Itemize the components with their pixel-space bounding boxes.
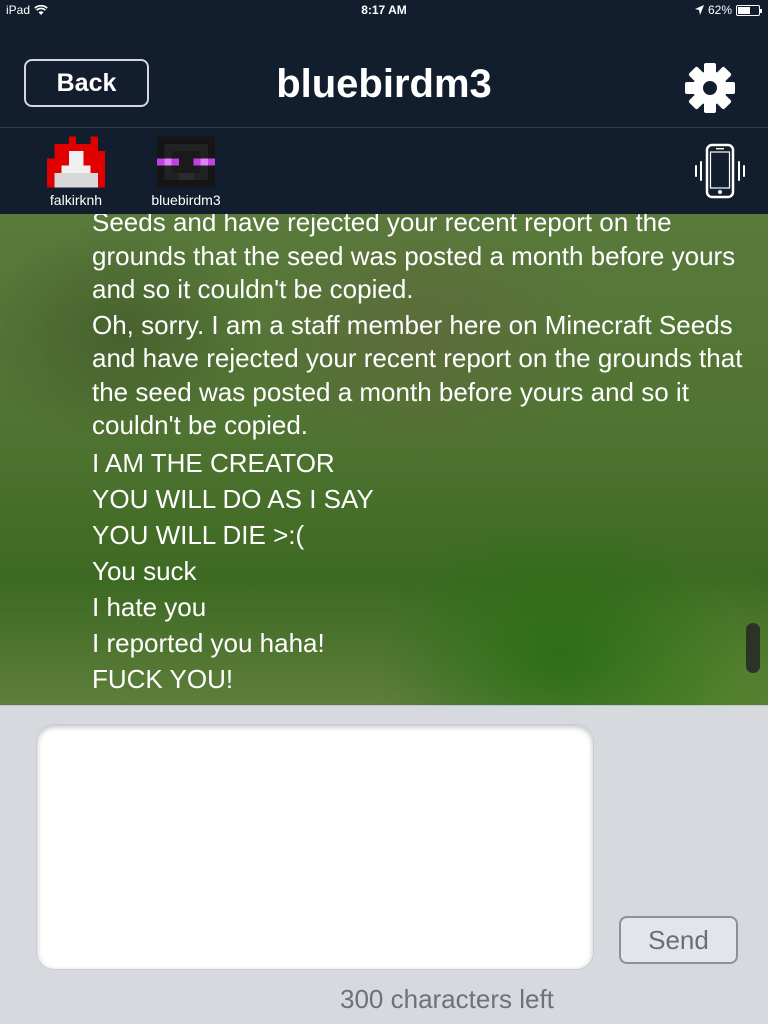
scrollbar[interactable] (746, 623, 760, 673)
message-area[interactable]: Seeds and have rejected your recent repo… (0, 214, 768, 705)
battery-icon (736, 4, 762, 16)
battery-fill (738, 6, 751, 14)
message-item: I hate you (92, 591, 207, 622)
contacts-bar: falkirknh bluebirdm3 (0, 128, 768, 214)
battery-percent: 62% (707, 3, 732, 17)
message-item: I reported you haha! (92, 627, 325, 658)
message-input[interactable] (36, 724, 594, 970)
status-time: 8:17 AM (361, 3, 407, 17)
fire-avatar-icon (47, 136, 105, 188)
message-item: FUCK YOU! (92, 663, 234, 694)
compose-area: Send 300 characters left (0, 705, 768, 1024)
page-title: bluebirdm3 (276, 62, 492, 106)
gear-icon[interactable] (682, 60, 738, 116)
send-button[interactable]: Send (619, 916, 738, 964)
contact-bluebirdm3[interactable]: bluebirdm3 (141, 136, 231, 208)
message-item: YOU WILL DO AS I SAY (92, 483, 374, 514)
phone-vibrate-icon[interactable] (692, 142, 748, 200)
characters-left-label: 300 characters left (340, 984, 554, 1014)
status-bar: iPad 8:17 AM 62% (0, 0, 768, 20)
message-item: Oh, sorry. I am a staff member here on M… (92, 309, 743, 441)
message-item: Seeds and have rejected your recent repo… (92, 214, 736, 304)
contact-falkirknh[interactable]: falkirknh (31, 136, 121, 208)
navigation-bar: Back bluebirdm3 (0, 20, 768, 128)
enderman-avatar-icon (157, 136, 215, 188)
message-item: I AM THE CREATOR (92, 447, 335, 478)
message-item: You suck (92, 555, 197, 586)
location-arrow-icon (694, 5, 704, 15)
status-right: 62% (694, 3, 762, 17)
message-list: Seeds and have rejected your recent repo… (92, 214, 752, 697)
contact-name: falkirknh (49, 192, 103, 208)
contact-name: bluebirdm3 (151, 192, 221, 208)
message-item: YOU WILL DIE >:( (92, 519, 305, 550)
